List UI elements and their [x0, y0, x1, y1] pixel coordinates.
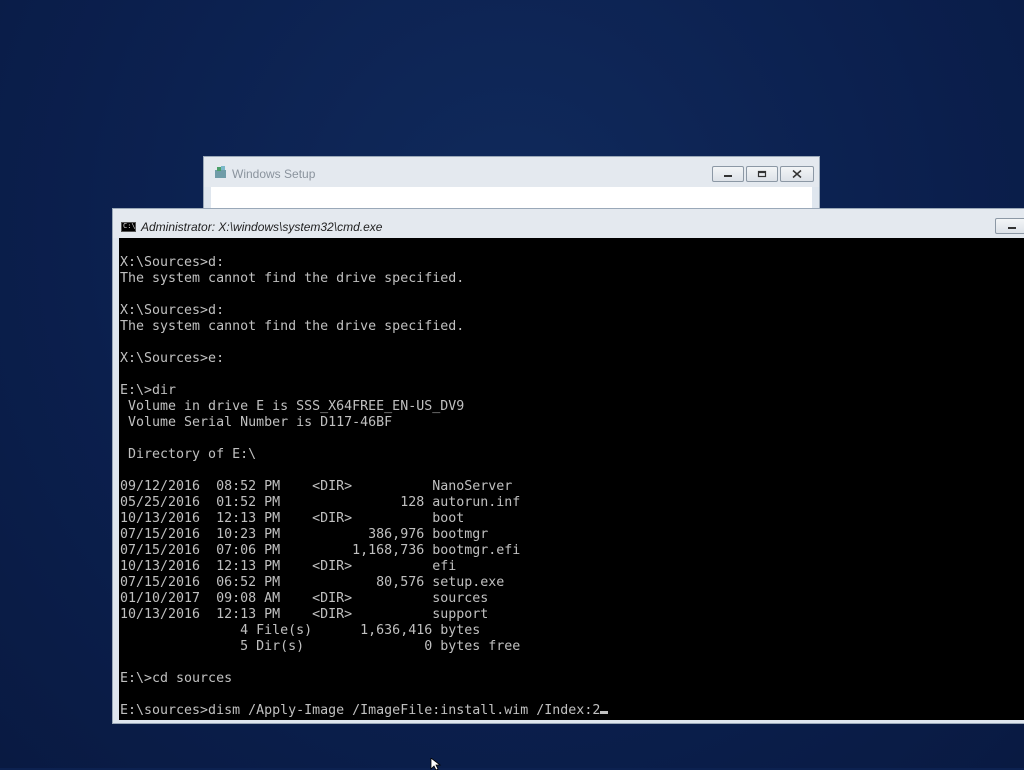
restore-icon: [757, 170, 767, 178]
cmd-window-title: Administrator: X:\windows\system32\cmd.e…: [141, 220, 383, 234]
console-line: 10/13/2016 12:13 PM <DIR> efi: [120, 559, 457, 574]
close-icon: [792, 169, 802, 179]
setup-close-button[interactable]: [780, 166, 814, 182]
cmd-app-icon: C:\: [121, 222, 136, 232]
setup-app-icon: [215, 166, 226, 178]
console-line: 10/13/2016 12:13 PM <DIR> boot: [120, 511, 465, 526]
cmd-minimize-button[interactable]: [995, 218, 1024, 234]
cmd-titlebar[interactable]: C:\ Administrator: X:\windows\system32\c…: [113, 209, 1024, 238]
console-line: 5 Dir(s) 0 bytes free: [120, 639, 521, 654]
console-line: Directory of E:\: [120, 447, 257, 462]
console-line: 4 File(s) 1,636,416 bytes: [120, 623, 481, 638]
console-line: The system cannot find the drive specifi…: [120, 271, 465, 286]
console-line: X:\Sources>d:: [120, 255, 225, 270]
cmd-icon-label: C:\: [123, 222, 136, 230]
console-line: E:\>cd sources: [120, 671, 233, 686]
console-line: X:\Sources>e:: [120, 351, 225, 366]
console-prompt-line[interactable]: E:\sources>dism /Apply-Image /ImageFile:…: [120, 703, 609, 719]
console-line: X:\Sources>d:: [120, 303, 225, 318]
console-line: E:\>dir: [120, 383, 177, 398]
console-line: 07/15/2016 10:23 PM 386,976 bootmgr: [120, 527, 489, 542]
console-line: 10/13/2016 12:13 PM <DIR> support: [120, 607, 489, 622]
text-cursor: [600, 711, 609, 714]
setup-restore-button[interactable]: [746, 166, 778, 182]
setup-titlebar[interactable]: Windows Setup: [204, 157, 819, 187]
console-text: X:\Sources>d: The system cannot find the …: [120, 255, 609, 719]
mouse-pointer-icon: [430, 758, 442, 770]
console-output-area[interactable]: X:\Sources>d: The system cannot find the …: [119, 238, 1024, 720]
console-line: Volume in drive E is SSS_X64FREE_EN-US_D…: [120, 399, 465, 414]
setup-window-title: Windows Setup: [232, 167, 316, 181]
console-command-input[interactable]: E:\sources>dism /Apply-Image /ImageFile:…: [120, 703, 600, 718]
console-line: The system cannot find the drive specifi…: [120, 319, 465, 334]
windows-setup-window[interactable]: Windows Setup: [203, 156, 820, 217]
console-line: 07/15/2016 07:06 PM 1,168,736 bootmgr.ef…: [120, 543, 521, 558]
setup-minimize-button[interactable]: [712, 166, 744, 182]
cmd-window[interactable]: C:\ Administrator: X:\windows\system32\c…: [112, 208, 1024, 724]
minimize-icon: [724, 175, 732, 177]
console-line: 07/15/2016 06:52 PM 80,576 setup.exe: [120, 575, 505, 590]
console-line: 09/12/2016 08:52 PM <DIR> NanoServer: [120, 479, 513, 494]
console-line: 05/25/2016 01:52 PM 128 autorun.inf: [120, 495, 521, 510]
minimize-icon: [1008, 227, 1016, 229]
console-line: Volume Serial Number is D117-46BF: [120, 415, 393, 430]
console-line: 01/10/2017 09:08 AM <DIR> sources: [120, 591, 489, 606]
